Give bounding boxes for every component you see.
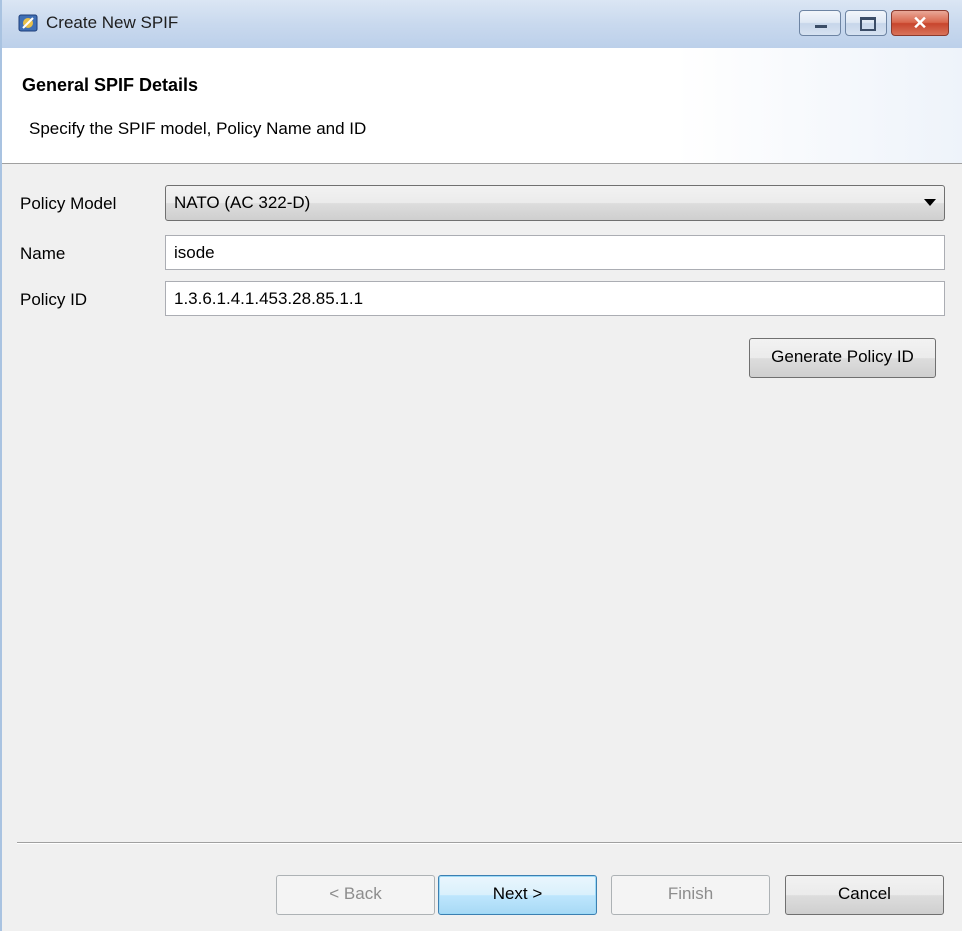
policy-model-select[interactable]: NATO (AC 322-D)	[165, 185, 945, 221]
wizard-header: General SPIF Details Specify the SPIF mo…	[2, 48, 962, 164]
close-button[interactable]: ✕	[891, 10, 949, 36]
policy-id-label: Policy ID	[20, 290, 88, 309]
dialog-window: Create New SPIF ✕ General SPIF Details S…	[0, 0, 962, 931]
maximize-icon	[860, 17, 876, 31]
cancel-button[interactable]: Cancel	[785, 875, 944, 915]
finish-button[interactable]: Finish	[611, 875, 770, 915]
policy-id-input[interactable]	[165, 281, 945, 316]
chevron-down-icon	[924, 199, 936, 206]
maximize-button[interactable]	[845, 10, 887, 36]
window-title: Create New SPIF	[46, 13, 179, 32]
title-bar[interactable]: Create New SPIF ✕	[2, 0, 962, 48]
footer-separator	[17, 842, 962, 844]
app-icon	[18, 14, 38, 32]
page-description: Specify the SPIF model, Policy Name and …	[29, 119, 367, 138]
minimize-button[interactable]	[799, 10, 841, 36]
name-input[interactable]	[165, 235, 945, 270]
close-icon: ✕	[912, 13, 928, 33]
policy-model-value: NATO (AC 322-D)	[174, 193, 311, 212]
page-title: General SPIF Details	[22, 75, 199, 95]
next-button[interactable]: Next >	[438, 875, 597, 915]
name-label: Name	[20, 244, 66, 263]
back-button[interactable]: < Back	[276, 875, 435, 915]
minimize-icon	[815, 25, 827, 28]
policy-model-label: Policy Model	[20, 194, 117, 213]
generate-policy-id-button[interactable]: Generate Policy ID	[749, 338, 936, 378]
